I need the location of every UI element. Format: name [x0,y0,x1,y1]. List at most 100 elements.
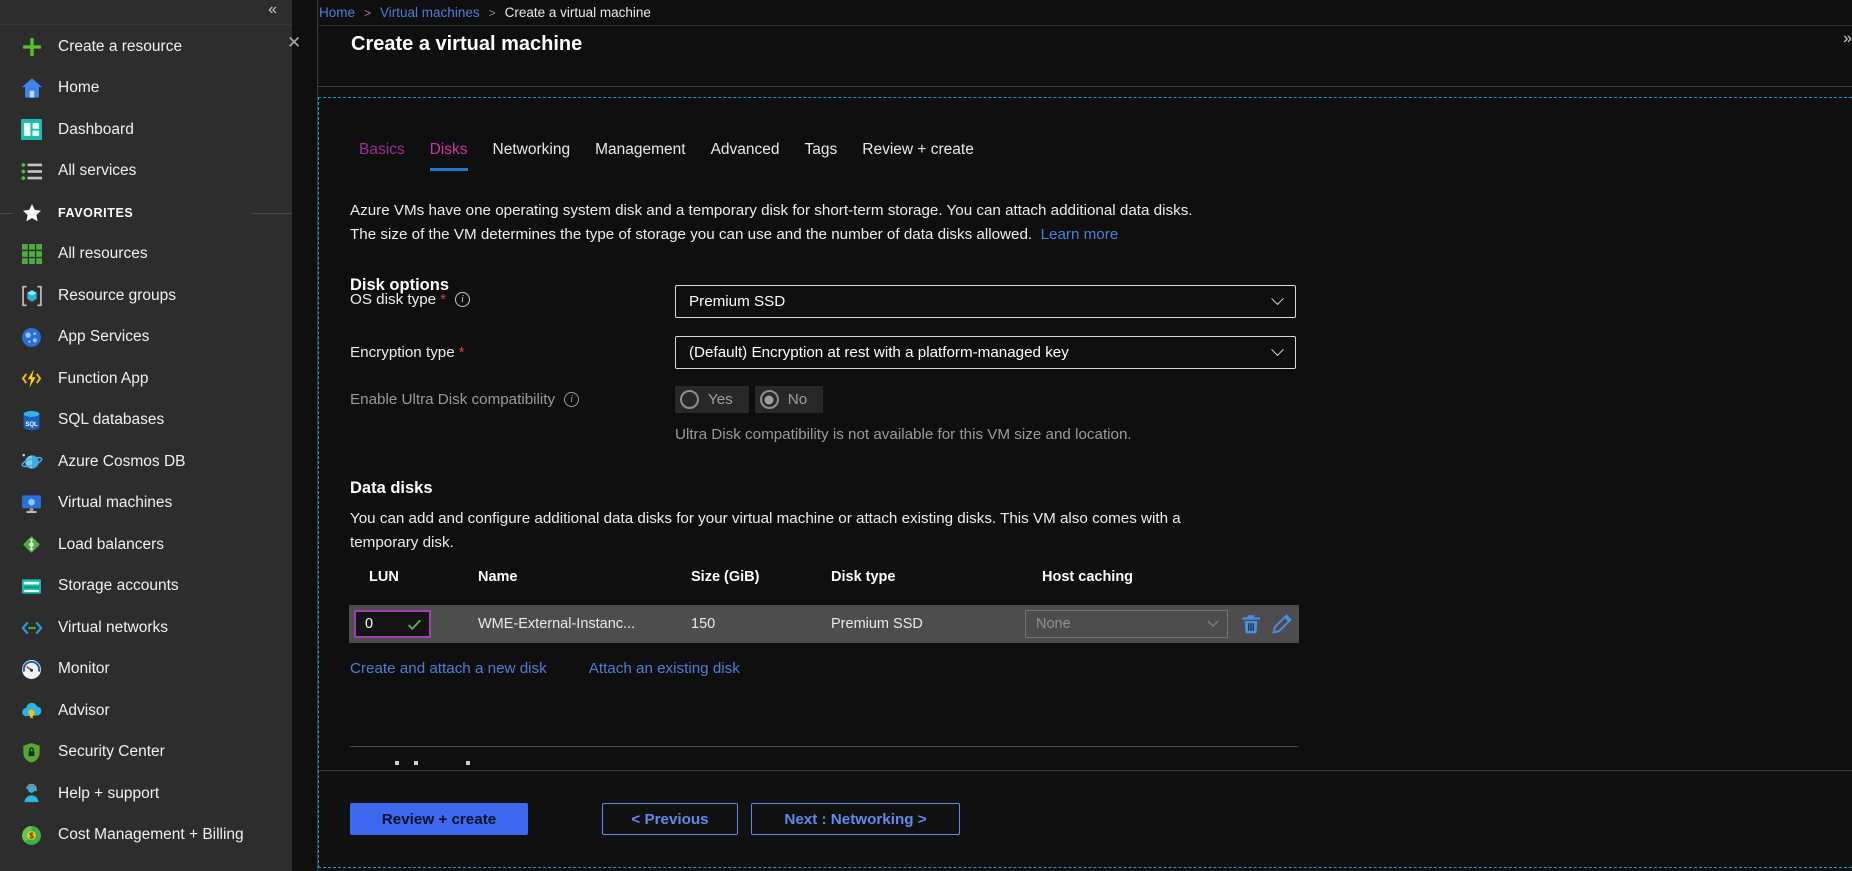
disk-name-cell: WME-External-Instanc... [478,605,635,643]
list-icon [20,160,43,183]
next-networking-button[interactable]: Next : Networking > [751,803,960,835]
sidebar-item-function-app[interactable]: Function App [0,358,292,400]
attach-existing-disk-link[interactable]: Attach an existing disk [589,660,740,677]
sidebar-item-storage-accounts[interactable]: Storage accounts [0,566,292,608]
encryption-type-dropdown[interactable]: (Default) Encryption at rest with a plat… [675,336,1296,369]
close-blade-icon[interactable]: ✕ [287,33,301,53]
lun-input[interactable]: 0 [354,610,431,638]
sidebar-item-label: Resource groups [58,287,176,305]
tab-review-create[interactable]: Review + create [862,141,974,171]
column-header-disk-type: Disk type [831,569,895,585]
sidebar-item-security-center[interactable]: Security Center [0,732,292,774]
lun-value: 0 [365,616,373,632]
ultra-disk-yes-option[interactable]: Yes [675,386,749,413]
sidebar-section-label: FAVORITES [58,206,133,220]
chevron-down-icon [1207,616,1218,627]
sidebar-item-sql-databases[interactable]: SQL SQL databases [0,400,292,442]
sidebar-nav: Create a resource Home Dashboard All ser… [0,26,292,856]
breadcrumb-current: Create a virtual machine [505,5,651,20]
data-disks-heading: Data disks [350,479,433,498]
sidebar-item-virtual-networks[interactable]: Virtual networks [0,607,292,649]
tab-disks[interactable]: Disks [430,141,468,171]
sidebar-item-app-services[interactable]: App Services [0,317,292,359]
sidebar-item-label: Virtual machines [58,494,172,512]
tab-management[interactable]: Management [595,141,685,171]
expand-panel-icon[interactable]: » [1843,30,1852,48]
favorites-rule [252,213,292,214]
column-header-size: Size (GiB) [691,569,759,585]
wizard-tabs: Basics Disks Networking Management Advan… [359,141,974,171]
chevron-down-icon [1271,292,1284,305]
sidebar-item-azure-cosmos-db[interactable]: Azure Cosmos DB [0,441,292,483]
os-disk-type-label: OS disk type * i [350,291,470,308]
ultra-disk-no-option[interactable]: No [755,386,823,413]
previous-button[interactable]: < Previous [602,803,738,835]
lightning-icon [20,367,43,390]
sidebar-item-cost-management-billing[interactable]: $ Cost Management + Billing [0,815,292,857]
intro-line-1: Azure VMs have one operating system disk… [350,199,1193,223]
breadcrumb: Home > Virtual machines > Create a virtu… [319,0,651,25]
database-icon: SQL [20,409,43,432]
sidebar-item-label: Monitor [58,660,110,678]
sidebar-item-load-balancers[interactable]: Load balancers [0,524,292,566]
tab-tags[interactable]: Tags [805,141,838,171]
sidebar-item-home[interactable]: Home [0,68,292,110]
sidebar-item-all-resources[interactable]: All resources [0,234,292,276]
home-icon [20,77,43,100]
clipped-text-fragment [395,761,399,765]
edit-disk-icon[interactable] [1271,613,1293,635]
plus-icon [20,35,43,58]
chevron-down-icon [1271,343,1284,356]
collapse-sidebar-icon[interactable]: « [268,1,277,19]
host-caching-dropdown[interactable]: None [1025,610,1228,638]
column-header-lun: LUN [369,569,399,585]
sidebar-item-all-services[interactable]: All services [0,151,292,193]
load-balancer-icon [20,533,43,556]
clipped-text-fragment [466,761,470,765]
sidebar-item-monitor[interactable]: Monitor [0,649,292,691]
intro-line-2: The size of the VM determines the type o… [350,223,1193,247]
sidebar-item-label: Help + support [58,785,159,803]
sidebar-item-virtual-machines[interactable]: Virtual machines [0,483,292,525]
sidebar-item-label: Function App [58,370,148,388]
sidebar-item-label: Create a resource [58,38,182,56]
info-icon[interactable]: i [564,392,579,407]
star-icon [20,201,43,224]
required-asterisk: * [459,344,465,361]
sidebar-item-label: Advisor [58,702,110,720]
breadcrumb-virtual-machines-link[interactable]: Virtual machines [380,5,480,20]
shield-lock-icon [20,741,43,764]
radio-checked-icon [760,390,779,409]
sidebar-item-label: Virtual networks [58,619,168,637]
sidebar-divider [0,24,292,25]
breadcrumb-separator: > [364,6,371,20]
data-disks-description: You can add and configure additional dat… [350,507,1181,554]
review-create-button[interactable]: Review + create [350,803,528,835]
column-header-name: Name [478,569,518,585]
vm-monitor-icon [20,492,43,515]
billing-icon: $ [20,824,43,847]
ultra-disk-label: Enable Ultra Disk compatibility i [350,391,579,408]
tab-basics[interactable]: Basics [359,141,405,171]
tab-advanced[interactable]: Advanced [711,141,780,171]
sidebar-item-label: App Services [58,328,149,346]
encryption-type-label: Encryption type * [350,344,465,361]
delete-disk-icon[interactable] [1240,613,1262,635]
valid-check-icon [406,616,423,633]
gauge-icon [20,658,43,681]
sidebar-item-dashboard[interactable]: Dashboard [0,109,292,151]
learn-more-link[interactable]: Learn more [1041,226,1119,243]
svg-text:SQL: SQL [25,422,38,428]
sidebar-item-advisor[interactable]: Advisor [0,690,292,732]
sidebar-item-help-support[interactable]: Help + support [0,773,292,815]
breadcrumb-home-link[interactable]: Home [319,5,355,20]
storage-icon [20,575,43,598]
favorites-rule [0,213,13,214]
os-disk-type-dropdown[interactable]: Premium SSD [675,285,1296,318]
ultra-disk-radio-group: Yes No [675,386,823,413]
tab-networking[interactable]: Networking [493,141,571,171]
sidebar-item-resource-groups[interactable]: Resource groups [0,275,292,317]
sidebar-item-create-a-resource[interactable]: Create a resource [0,26,292,68]
create-attach-new-disk-link[interactable]: Create and attach a new disk [350,660,547,677]
info-icon[interactable]: i [455,292,470,307]
